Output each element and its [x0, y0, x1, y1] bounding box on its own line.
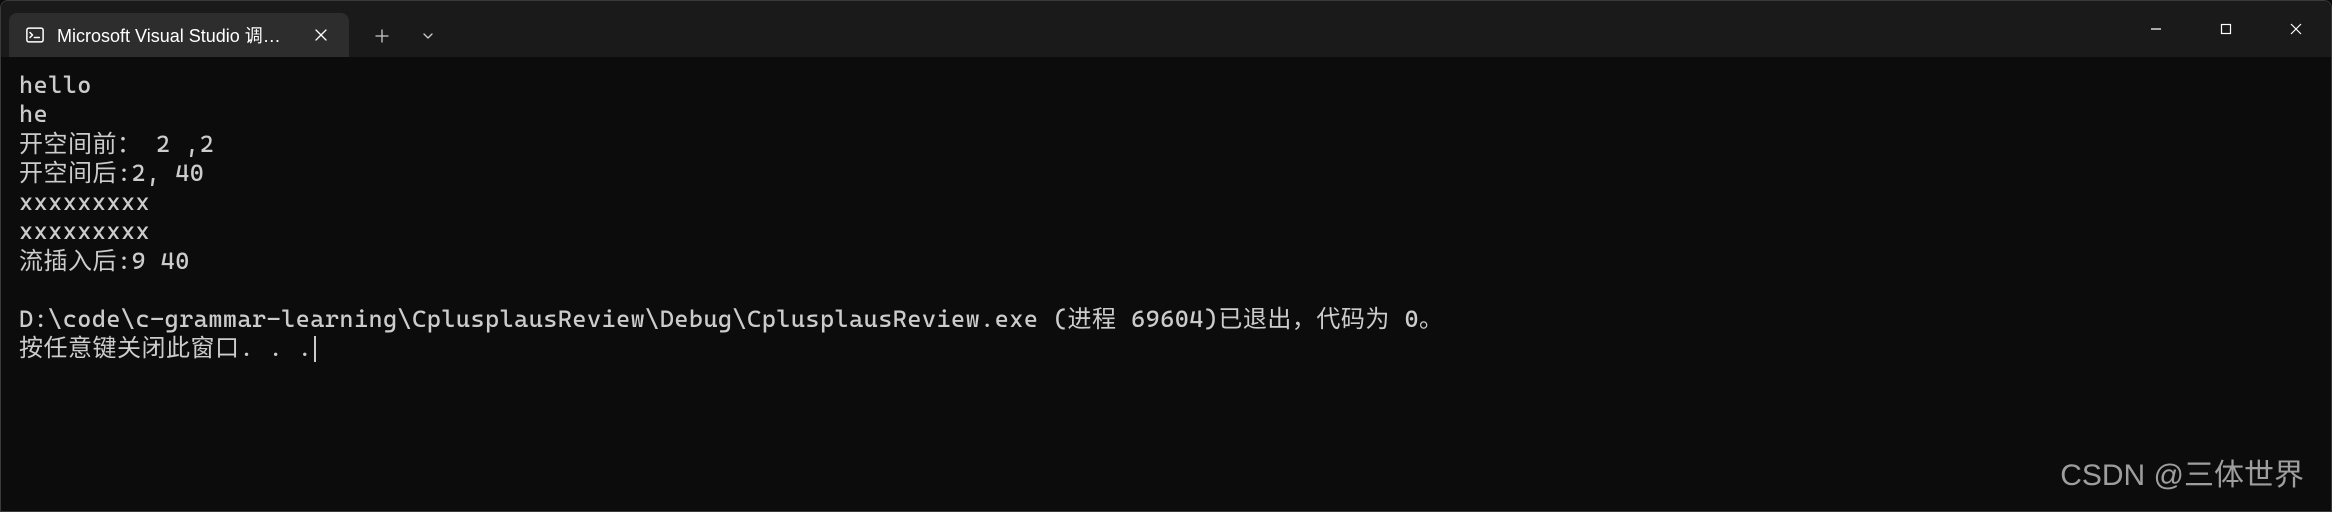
- titlebar: Microsoft Visual Studio 调试控: [1, 1, 2331, 57]
- terminal-cursor: [314, 336, 316, 362]
- terminal-line: 开空间前： 2 ,2: [19, 130, 214, 158]
- minimize-button[interactable]: [2121, 1, 2191, 57]
- tab-area: Microsoft Visual Studio 调试控: [1, 1, 449, 57]
- tab-dropdown-button[interactable]: [407, 15, 449, 57]
- terminal-line: hello: [19, 71, 92, 99]
- terminal-line: 开空间后:2, 40: [19, 159, 204, 187]
- terminal-line: 流插入后:9 40: [19, 247, 190, 275]
- terminal-line: he: [19, 100, 48, 128]
- terminal-line: D:\code\c-grammar-learning\CplusplausRev…: [19, 305, 1444, 333]
- terminal-line: xxxxxxxxx: [19, 217, 150, 245]
- tab-active[interactable]: Microsoft Visual Studio 调试控: [9, 13, 349, 57]
- terminal-output[interactable]: hello he 开空间前： 2 ,2 开空间后:2, 40 xxxxxxxxx…: [1, 57, 2331, 378]
- terminal-line: 按任意键关闭此窗口. . .: [19, 334, 312, 362]
- maximize-button[interactable]: [2191, 1, 2261, 57]
- close-button[interactable]: [2261, 1, 2331, 57]
- terminal-icon: [25, 25, 45, 45]
- tab-actions: [349, 15, 449, 57]
- new-tab-button[interactable]: [361, 15, 403, 57]
- window-frame: Microsoft Visual Studio 调试控: [0, 0, 2332, 512]
- tab-title: Microsoft Visual Studio 调试控: [57, 22, 297, 48]
- titlebar-drag-area[interactable]: [449, 1, 2121, 57]
- tab-close-button[interactable]: [309, 23, 333, 47]
- window-controls: [2121, 1, 2331, 57]
- terminal-line: xxxxxxxxx: [19, 188, 150, 216]
- watermark: CSDN @三体世界: [2060, 450, 2304, 494]
